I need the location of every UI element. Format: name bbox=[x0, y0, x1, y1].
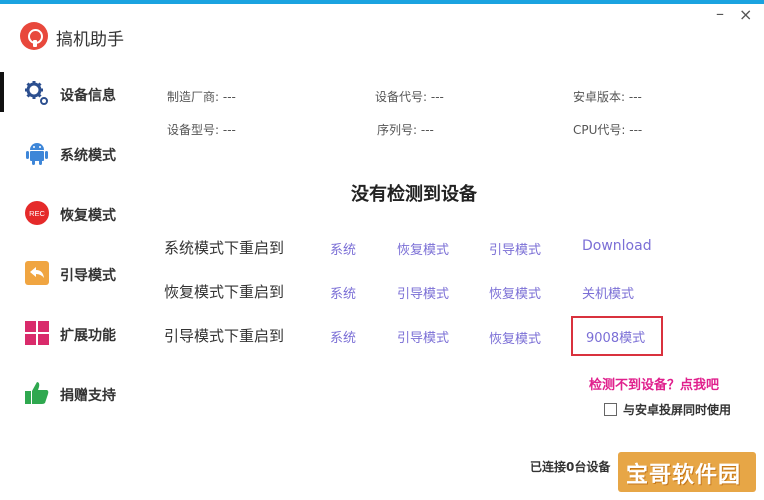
reboot-system-option[interactable]: 系统 bbox=[330, 327, 356, 346]
sidebar-item-label: 系统模式 bbox=[60, 148, 116, 164]
sidebar-item-label: 引导模式 bbox=[60, 268, 116, 284]
reboot-system-option[interactable]: 系统 bbox=[330, 239, 356, 258]
sidebar-item-device-info[interactable]: 设备信息 bbox=[0, 74, 150, 114]
sidebar-item-donate[interactable]: 捐赠支持 bbox=[0, 374, 150, 414]
sidebar-item-bootloader-mode[interactable]: 引导模式 bbox=[0, 254, 150, 294]
watermark-text: 宝哥软件园 bbox=[626, 463, 742, 488]
reboot-bootloader-option[interactable]: 引导模式 bbox=[397, 283, 449, 302]
sidebar-item-label: 扩展功能 bbox=[60, 328, 116, 344]
reboot-download-option[interactable]: Download bbox=[582, 238, 652, 254]
back-arrow-icon bbox=[25, 261, 49, 285]
cast-checkbox-label[interactable]: 与安卓投屏同时使用 bbox=[623, 401, 731, 418]
gear-icon bbox=[25, 81, 48, 105]
close-button[interactable]: × bbox=[739, 5, 752, 24]
reboot-recovery-option[interactable]: 恢复模式 bbox=[489, 328, 541, 347]
manufacturer-info: 制造厂商: --- bbox=[167, 90, 236, 104]
reboot-recovery-option[interactable]: 恢复模式 bbox=[489, 283, 541, 302]
reboot-row-label: 引导模式下重启到 bbox=[164, 327, 285, 345]
reboot-bootloader-option[interactable]: 引导模式 bbox=[397, 327, 449, 346]
sidebar-item-extensions[interactable]: 扩展功能 bbox=[0, 314, 150, 354]
model-info: 设备型号: --- bbox=[167, 123, 236, 137]
window-top-accent-bar bbox=[0, 0, 764, 4]
thumbs-up-icon bbox=[25, 382, 49, 404]
grid-icon bbox=[25, 321, 49, 345]
reboot-bootloader-option[interactable]: 引导模式 bbox=[489, 239, 541, 258]
sidebar-item-system-mode[interactable]: 系统模式 bbox=[0, 134, 150, 174]
sidebar-item-label: 设备信息 bbox=[60, 88, 116, 104]
device-status-heading: 没有检测到设备 bbox=[351, 184, 477, 205]
rec-icon-text: REC bbox=[29, 209, 45, 218]
rec-icon: REC bbox=[25, 201, 49, 225]
sidebar-item-label: 捐赠支持 bbox=[60, 388, 116, 404]
help-link[interactable]: 检测不到设备？点我吧 bbox=[589, 374, 719, 393]
reboot-row-label: 恢复模式下重启到 bbox=[164, 283, 285, 301]
reboot-system-option[interactable]: 系统 bbox=[330, 283, 356, 302]
reboot-recovery-option[interactable]: 恢复模式 bbox=[397, 239, 449, 258]
cpu-info: CPU代号: --- bbox=[573, 123, 643, 137]
serial-info: 序列号: --- bbox=[377, 123, 434, 137]
app-logo-icon bbox=[20, 22, 48, 50]
minimize-button[interactable]: – bbox=[716, 4, 724, 23]
reboot-poweroff-option[interactable]: 关机模式 bbox=[582, 283, 634, 302]
reboot-row-label: 系统模式下重启到 bbox=[164, 239, 285, 257]
cast-checkbox[interactable] bbox=[604, 403, 617, 416]
sidebar-item-label: 恢复模式 bbox=[60, 208, 116, 224]
sidebar-item-recovery-mode[interactable]: REC 恢复模式 bbox=[0, 194, 150, 234]
connection-status: 已连接0台设备 bbox=[530, 460, 611, 474]
watermark-logo: 宝哥软件园 bbox=[618, 452, 756, 492]
reboot-9008-option[interactable]: 9008模式 bbox=[586, 327, 645, 346]
android-icon bbox=[26, 143, 48, 165]
sidebar: 设备信息 系统模式 REC 恢复模式 引导模式 扩展功能 捐赠支持 bbox=[0, 70, 150, 450]
app-title: 搞机助手 bbox=[56, 30, 124, 50]
android-version-info: 安卓版本: --- bbox=[573, 90, 642, 104]
device-code-info: 设备代号: --- bbox=[375, 90, 444, 104]
